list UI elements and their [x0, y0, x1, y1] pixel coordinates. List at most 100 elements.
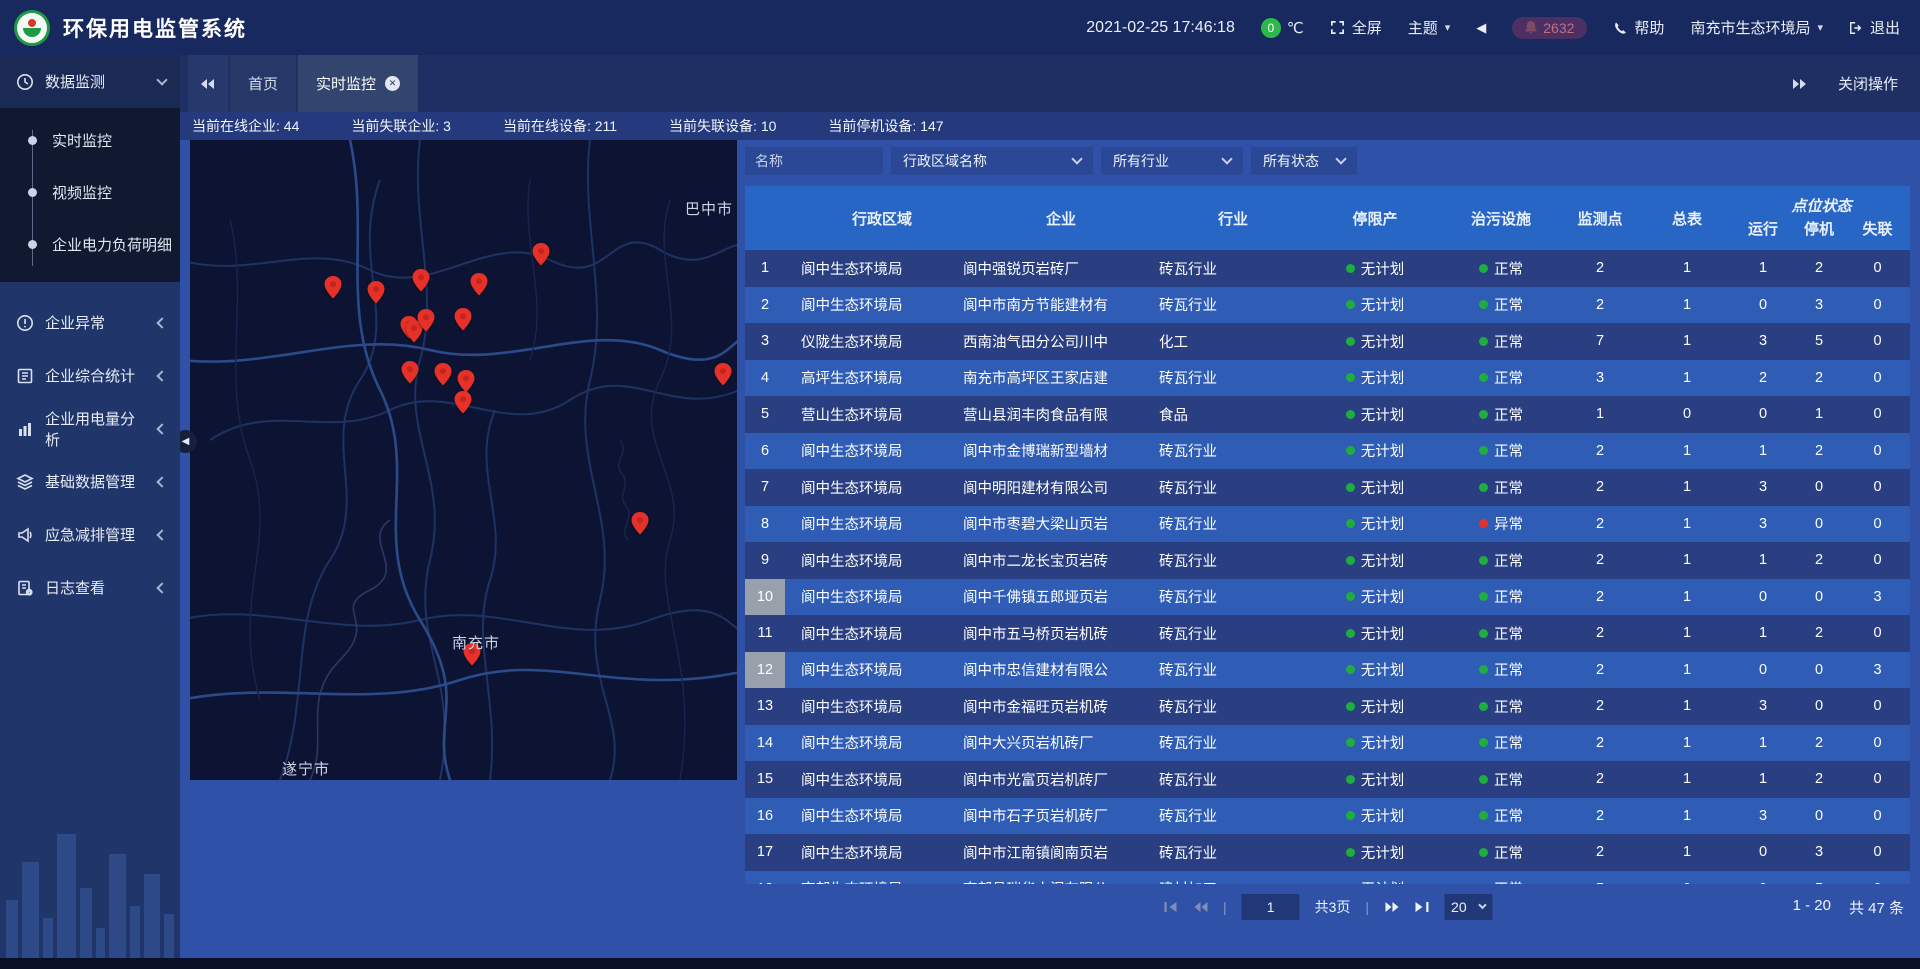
industry-select[interactable]: 所有行业	[1101, 147, 1243, 175]
map-pin-icon[interactable]	[714, 363, 732, 386]
theme-menu[interactable]: 主题 ▾	[1408, 17, 1451, 38]
cell-company: 南充市高坪区王家店建	[963, 367, 1159, 388]
tabs-scroll-left-button[interactable]	[188, 55, 228, 112]
table-row[interactable]: 8 阆中生态环境局 阆中市枣碧大梁山页岩 砖瓦行业 无计划 异常 2 1 3 0…	[745, 506, 1910, 543]
close-operations-menu[interactable]: 关闭操作	[1838, 73, 1898, 94]
table-row[interactable]: 17 阆中生态环境局 阆中市江南镇阆南页岩 砖瓦行业 无计划 正常 2 1 0 …	[745, 834, 1910, 871]
next-page-button[interactable]	[1384, 901, 1399, 913]
stat-lost-enterprises: 当前失联企业3	[351, 116, 451, 136]
cell-facility: 正常	[1443, 659, 1559, 680]
table-row[interactable]: 7 阆中生态环境局 阆中明阳建材有限公司 砖瓦行业 无计划 正常 2 1 3 0…	[745, 469, 1910, 506]
last-page-button[interactable]	[1414, 901, 1429, 913]
sidebar-item-power-load-detail[interactable]: 企业电力负荷明细	[0, 218, 180, 270]
map-pin-icon[interactable]	[631, 512, 649, 535]
cell-run: 1	[1733, 735, 1793, 751]
cell-industry: 砖瓦行业	[1159, 513, 1307, 534]
notification-badge[interactable]: 2632	[1512, 17, 1587, 39]
map-pin-icon[interactable]	[457, 370, 475, 393]
cell-meter: 1	[1641, 698, 1733, 714]
sidebar-item-emergency[interactable]: 应急减排管理	[0, 508, 180, 561]
map-pin-icon[interactable]	[470, 273, 488, 296]
cell-stop: 0	[1793, 808, 1845, 824]
tabs-scroll-right-button[interactable]	[1792, 78, 1808, 90]
table-row[interactable]: 4 高坪生态环境局 南充市高坪区王家店建 砖瓦行业 无计划 正常 3 1 2 2…	[745, 360, 1910, 397]
facility-status-dot	[1479, 592, 1488, 601]
first-page-button[interactable]	[1163, 901, 1178, 913]
sidebar-item-realtime-monitor[interactable]: 实时监控	[0, 114, 180, 166]
help-button[interactable]: 帮助	[1613, 17, 1664, 38]
sidebar-item-enterprise-stats[interactable]: 企业综合统计	[0, 349, 180, 402]
cell-lost: 0	[1845, 260, 1910, 276]
cell-lost: 0	[1845, 333, 1910, 349]
sidebar-item-base-data[interactable]: 基础数据管理	[0, 455, 180, 508]
name-search-input[interactable]	[745, 147, 883, 175]
table-row[interactable]: 13 阆中生态环境局 阆中市金福旺页岩机砖 砖瓦行业 无计划 正常 2 1 3 …	[745, 688, 1910, 725]
table-row[interactable]: 3 仪陇生态环境局 西南油气田分公司川中 化工 无计划 正常 7 1 3 5 0	[745, 323, 1910, 360]
table-row[interactable]: 10 阆中生态环境局 阆中千佛镇五郎垭页岩 砖瓦行业 无计划 正常 2 1 0 …	[745, 579, 1910, 616]
sidebar-item-enterprise-abnormal[interactable]: 企业异常	[0, 296, 180, 349]
cell-stop: 2	[1793, 771, 1845, 787]
sidebar-item-power-analysis[interactable]: 企业用电量分析	[0, 402, 180, 455]
map-pin-icon[interactable]	[324, 276, 342, 299]
logout-button[interactable]: 退出	[1849, 17, 1900, 38]
fullscreen-button[interactable]: 全屏	[1330, 17, 1382, 38]
table-row[interactable]: 12 阆中生态环境局 阆中市忠信建材有限公 砖瓦行业 无计划 正常 2 1 0 …	[745, 652, 1910, 689]
table-row[interactable]: 11 阆中生态环境局 阆中市五马桥页岩机砖 砖瓦行业 无计划 正常 2 1 1 …	[745, 615, 1910, 652]
sidebar-item-logs[interactable]: 日志查看	[0, 561, 180, 614]
facility-status-dot	[1479, 300, 1488, 309]
table-row[interactable]: 18 南部生态环境局 南部县瑞华山泥有限公 建材加工 无计划 正常 5 0 0 …	[745, 871, 1910, 885]
map-pin-icon[interactable]	[417, 309, 435, 332]
close-icon[interactable]: ✕	[385, 76, 400, 91]
cell-run: 1	[1733, 260, 1793, 276]
table-row[interactable]: 1 阆中生态环境局 阆中强锐页岩砖厂 砖瓦行业 无计划 正常 2 1 1 2 0	[745, 250, 1910, 287]
cell-monitor: 2	[1559, 260, 1641, 276]
map-pin-icon[interactable]	[434, 363, 452, 386]
cell-industry: 砖瓦行业	[1159, 805, 1307, 826]
table-row[interactable]: 5 营山生态环境局 营山县润丰肉食品有限 食品 无计划 正常 1 0 0 1 0	[745, 396, 1910, 433]
sound-toggle[interactable]: ◀	[1476, 20, 1486, 36]
map-pin-icon[interactable]	[454, 308, 472, 331]
table-row[interactable]: 6 阆中生态环境局 阆中市金博瑞新型墙材 砖瓦行业 无计划 正常 2 1 1 2…	[745, 433, 1910, 470]
cell-monitor: 2	[1559, 516, 1641, 532]
cell-meter: 1	[1641, 260, 1733, 276]
tab-realtime-monitor[interactable]: 实时监控 ✕	[298, 55, 418, 112]
chevron-down-icon	[156, 74, 167, 85]
table-row[interactable]: 15 阆中生态环境局 阆中市光富页岩机砖厂 砖瓦行业 无计划 正常 2 1 1 …	[745, 761, 1910, 798]
page-number-input[interactable]: 1	[1242, 894, 1300, 920]
cell-company: 阆中市五马桥页岩机砖	[963, 623, 1159, 644]
map-pin-icon[interactable]	[367, 281, 385, 304]
cell-limit: 无计划	[1307, 258, 1443, 279]
map-pin-icon[interactable]	[412, 269, 430, 292]
map-panel[interactable]: 巴中市南充市遂宁市	[190, 140, 737, 780]
region-select[interactable]: 行政区域名称	[891, 147, 1093, 175]
col-run: 运行	[1733, 216, 1793, 240]
prev-page-button[interactable]	[1193, 901, 1208, 913]
notification-count: 2632	[1543, 20, 1574, 36]
sidebar-item-data-monitor[interactable]: 数据监测	[0, 55, 180, 108]
map-pin-icon[interactable]	[532, 243, 550, 266]
tab-home[interactable]: 首页	[230, 55, 296, 112]
cell-monitor: 2	[1559, 552, 1641, 568]
table-row[interactable]: 14 阆中生态环境局 阆中大兴页岩机砖厂 砖瓦行业 无计划 正常 2 1 1 2…	[745, 725, 1910, 762]
row-index: 3	[745, 323, 785, 360]
sidebar-item-video-monitor[interactable]: 视频监控	[0, 166, 180, 218]
table-row[interactable]: 16 阆中生态环境局 阆中市石子页岩机砖厂 砖瓦行业 无计划 正常 2 1 3 …	[745, 798, 1910, 835]
page-size-select[interactable]: 20	[1444, 894, 1492, 920]
stats-bar: 当前在线企业44 当前失联企业3 当前在线设备211 当前失联设备10 当前停机…	[180, 112, 1920, 140]
table-row[interactable]: 9 阆中生态环境局 阆中市二龙长宝页岩砖 砖瓦行业 无计划 正常 2 1 1 2…	[745, 542, 1910, 579]
limit-status-dot	[1346, 775, 1355, 784]
cell-monitor: 7	[1559, 333, 1641, 349]
map-city-label: 巴中市	[685, 198, 733, 219]
table-row[interactable]: 2 阆中生态环境局 阆中市南方节能建材有 砖瓦行业 无计划 正常 2 1 0 3…	[745, 287, 1910, 324]
map-pin-icon[interactable]	[401, 361, 419, 384]
right-panel: 行政区域名称 所有行业 所有状态 行政区域 企业 行业 停限产 治污设施 监测点	[745, 147, 1910, 930]
cell-region: 阆中生态环境局	[785, 659, 963, 680]
bottom-strip	[0, 958, 1920, 969]
org-menu[interactable]: 南充市生态环境局 ▾	[1690, 17, 1823, 38]
cell-run: 0	[1733, 297, 1793, 313]
map-pin-icon[interactable]	[454, 391, 472, 414]
status-select[interactable]: 所有状态	[1251, 147, 1357, 175]
cell-industry: 砖瓦行业	[1159, 586, 1307, 607]
cell-company: 西南油气田分公司川中	[963, 331, 1159, 352]
limit-status-dot	[1346, 629, 1355, 638]
